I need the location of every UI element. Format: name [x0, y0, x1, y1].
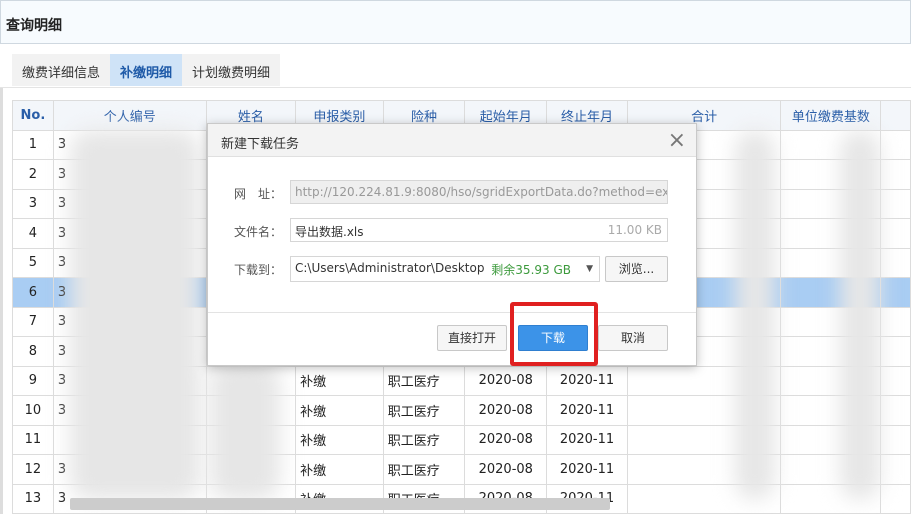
extra-cell	[880, 129, 911, 160]
column-header-base[interactable]: 单位缴费基数	[780, 100, 882, 131]
row-number: 5	[12, 247, 54, 278]
end-month-cell: 2020-11	[546, 424, 628, 455]
row-number: 9	[12, 365, 54, 396]
column-header-id[interactable]: 个人编号	[52, 100, 207, 131]
url-field[interactable]: http://120.224.81.9:8080/hso/sgridExport…	[290, 180, 668, 204]
chevron-down-icon[interactable]: ▼	[586, 264, 593, 274]
redaction-blur	[840, 130, 880, 500]
highlight-box	[510, 302, 598, 366]
row-number: 11	[12, 424, 54, 455]
declare-type-cell: 补缴	[295, 365, 384, 396]
file-size: 11.00 KB	[607, 223, 662, 237]
horizontal-scrollbar[interactable]	[70, 498, 610, 510]
new-download-dialog: 新建下载任务 × 网 址： http://120.224.81.9:8080/h…	[207, 123, 697, 366]
end-month-cell: 2020-11	[546, 395, 628, 426]
start-month-cell: 2020-08	[464, 395, 548, 426]
redaction-blur	[735, 130, 775, 500]
end-month-cell: 2020-11	[546, 454, 628, 485]
save-path: C:\Users\Administrator\Desktop	[295, 261, 485, 275]
start-month-cell: 2020-08	[464, 454, 548, 485]
dialog-title: 新建下载任务	[208, 124, 696, 157]
divider	[0, 87, 911, 88]
divider	[208, 312, 696, 313]
extra-cell	[880, 188, 911, 219]
url-label: 网 址：	[234, 187, 283, 201]
extra-cell	[880, 395, 911, 426]
extra-cell	[880, 218, 911, 249]
save-to-select[interactable]: C:\Users\Administrator\Desktop 剩余35.93 G…	[290, 256, 600, 282]
column-header-more[interactable]	[880, 100, 911, 131]
filename-value: 导出数据.xls	[295, 225, 364, 239]
row-number: 13	[12, 483, 54, 514]
insurance-cell: 职工医疗	[382, 365, 466, 396]
extra-cell	[880, 483, 911, 514]
panel-title: 查询明细	[0, 0, 911, 44]
tab-planned-payment-details[interactable]: 计划缴费明细	[182, 54, 281, 86]
declare-type-cell: 补缴	[295, 395, 384, 426]
row-number: 10	[12, 395, 54, 426]
start-month-cell: 2020-08	[464, 424, 548, 455]
row-number: 1	[12, 129, 54, 160]
row-number: 3	[12, 188, 54, 219]
extra-cell	[880, 306, 911, 337]
row-number: 7	[12, 306, 54, 337]
open-directly-button[interactable]: 直接打开	[437, 325, 507, 351]
extra-cell	[880, 336, 911, 367]
filename-field[interactable]: 导出数据.xls 11.00 KB	[290, 218, 668, 242]
tab-payment-details[interactable]: 缴费详细信息	[12, 54, 111, 86]
insurance-cell: 职工医疗	[382, 395, 466, 426]
cancel-button[interactable]: 取消	[598, 325, 668, 351]
tab-supplementary-details[interactable]: 补缴明细	[110, 54, 183, 86]
extra-cell	[880, 424, 911, 455]
extra-cell	[880, 454, 911, 485]
redaction-blur	[70, 130, 200, 500]
close-icon[interactable]: ×	[668, 128, 686, 153]
redaction-blur	[210, 360, 280, 500]
filename-label: 文件名：	[234, 225, 283, 239]
row-number: 4	[12, 218, 54, 249]
free-space: 剩余35.93 GB	[491, 263, 571, 277]
row-number: 12	[12, 454, 54, 485]
save-to-label: 下载到：	[234, 263, 283, 277]
extra-cell	[880, 365, 911, 396]
insurance-cell: 职工医疗	[382, 454, 466, 485]
end-month-cell: 2020-11	[546, 365, 628, 396]
start-month-cell: 2020-08	[464, 365, 548, 396]
row-number: 8	[12, 336, 54, 367]
divider	[0, 88, 3, 514]
declare-type-cell: 补缴	[295, 424, 384, 455]
extra-cell	[880, 247, 911, 278]
tab-bar: 缴费详细信息 补缴明细 计划缴费明细	[12, 54, 281, 86]
column-header-no[interactable]: No.	[12, 100, 54, 131]
declare-type-cell: 补缴	[295, 454, 384, 485]
extra-cell	[880, 277, 911, 308]
row-number: 2	[12, 159, 54, 190]
row-number: 6	[12, 277, 54, 308]
insurance-cell: 职工医疗	[382, 424, 466, 455]
browse-button[interactable]: 浏览...	[605, 256, 668, 282]
extra-cell	[880, 159, 911, 190]
